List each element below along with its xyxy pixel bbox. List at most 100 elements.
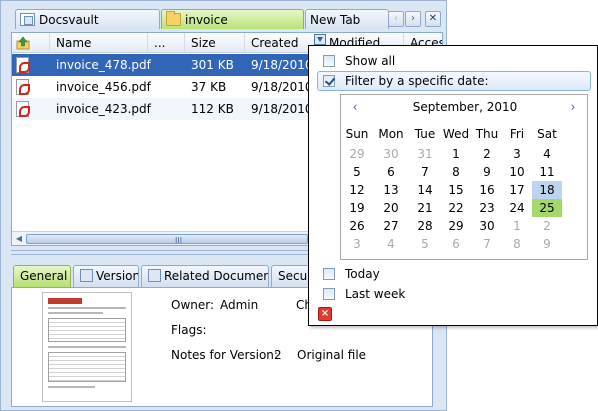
cell-name: invoice_456.pdf <box>56 80 151 94</box>
next-month-button[interactable]: › <box>567 100 579 114</box>
calendar-day-other-month[interactable]: 8 <box>502 235 532 253</box>
weekday-label: Wed <box>442 127 470 141</box>
calendar-day[interactable]: 2 <box>472 145 502 163</box>
cell-name: invoice_423.pdf <box>56 102 151 116</box>
close-filter-icon[interactable]: × <box>318 307 332 321</box>
show-all-checkbox[interactable] <box>323 55 335 67</box>
option-label: Filter by a specific date: <box>345 74 489 88</box>
tab-label: invoice <box>185 12 228 27</box>
calendar-day[interactable]: 19 <box>342 199 372 217</box>
tab-docsvault[interactable]: Docsvault <box>15 9 160 29</box>
tab-scroll-left-button[interactable]: ‹ <box>388 11 404 27</box>
calendar-day[interactable]: 8 <box>441 163 471 181</box>
calendar-day[interactable]: 6 <box>376 163 406 181</box>
filter-by-date-checkbox[interactable] <box>323 75 335 87</box>
calendar-day[interactable]: 11 <box>532 163 562 181</box>
calendar-day[interactable]: 24 <box>502 199 532 217</box>
tab-label: Docsvault <box>39 12 99 27</box>
calendar-day-other-month[interactable]: 7 <box>472 235 502 253</box>
show-all-option[interactable]: Show all <box>323 53 395 69</box>
thumbnail-block <box>48 318 126 342</box>
notes-value: Original file <box>297 348 367 362</box>
pdf-file-icon <box>16 101 30 117</box>
scrollbar-thumb[interactable]: III <box>26 234 308 245</box>
tab-related-documents[interactable]: Related Documents <box>141 265 269 287</box>
scroll-left-icon[interactable]: ◀ <box>13 233 25 245</box>
tab-scroll-right-button[interactable]: › <box>405 11 421 27</box>
calendar-day-other-month[interactable]: 29 <box>342 145 372 163</box>
weekday-label: Fri <box>509 127 525 141</box>
flags-label: Flags: <box>171 323 207 337</box>
last-week-option[interactable]: Last week <box>323 286 405 302</box>
calendar-day[interactable]: 18 <box>532 181 562 199</box>
calendar-day[interactable]: 30 <box>472 217 502 235</box>
cell-size: 301 KB <box>191 58 234 72</box>
calendar-day[interactable]: 7 <box>410 163 440 181</box>
calendar-day-other-month[interactable]: 3 <box>342 235 372 253</box>
calendar-day-other-month[interactable]: 9 <box>532 235 562 253</box>
vault-icon <box>20 13 35 26</box>
calendar-day[interactable]: 21 <box>410 199 440 217</box>
tab-new[interactable]: New Tab <box>305 9 389 29</box>
thumbnail-line <box>48 346 126 348</box>
calendar-day-other-month[interactable]: 1 <box>502 217 532 235</box>
column-header-more[interactable]: ... <box>148 33 185 53</box>
calendar-day[interactable]: 25 <box>532 199 562 217</box>
column-header-name[interactable]: Name <box>50 33 148 53</box>
weekday-label: Thu <box>475 127 499 141</box>
tab-label: General <box>20 269 68 283</box>
thumbnail-logo <box>48 298 82 304</box>
calendar-day-other-month[interactable]: 4 <box>376 235 406 253</box>
document-thumbnail[interactable] <box>42 292 132 402</box>
calendar-day[interactable]: 1 <box>441 145 471 163</box>
column-header-size[interactable]: Size <box>185 33 245 53</box>
calendar-day[interactable]: 17 <box>502 181 532 199</box>
calendar-day[interactable]: 26 <box>342 217 372 235</box>
tab-version[interactable]: Version <box>73 265 139 287</box>
calendar-day[interactable]: 27 <box>376 217 406 235</box>
close-tab-button[interactable]: ✕ <box>425 11 441 27</box>
calendar-day-other-month[interactable]: 31 <box>410 145 440 163</box>
option-label: Today <box>345 267 380 281</box>
today-option[interactable]: Today <box>323 266 380 282</box>
calendar-day-other-month[interactable]: 30 <box>376 145 406 163</box>
weekday-label: Tue <box>414 127 436 141</box>
tab-general[interactable]: General <box>13 265 71 287</box>
tab-label: New Tab <box>310 12 361 27</box>
tab-label: Related Documents <box>164 269 268 283</box>
calendar-day[interactable]: 14 <box>410 181 440 199</box>
calendar-day[interactable]: 3 <box>502 145 532 163</box>
weekday-label: Sat <box>537 127 557 141</box>
calendar-day[interactable]: 28 <box>410 217 440 235</box>
calendar-day[interactable]: 29 <box>441 217 471 235</box>
tab-bar: Docsvault invoice New Tab ‹ › ✕ <box>7 7 443 29</box>
calendar-day-other-month[interactable]: 5 <box>410 235 440 253</box>
filter-by-date-option[interactable]: Filter by a specific date: <box>317 71 591 91</box>
thumbnail-block <box>48 352 126 382</box>
last-week-checkbox[interactable] <box>323 288 335 300</box>
calendar-day[interactable]: 12 <box>342 181 372 199</box>
scrollbar-grip: III <box>175 236 183 245</box>
header-icon-column[interactable] <box>12 33 50 53</box>
folder-icon <box>166 11 181 26</box>
calendar-day[interactable]: 5 <box>342 163 372 181</box>
tab-invoice[interactable]: invoice <box>161 9 304 29</box>
calendar-day[interactable]: 16 <box>472 181 502 199</box>
calendar-month-label: September, 2010 <box>412 100 518 114</box>
cell-size: 112 KB <box>191 102 234 116</box>
calendar-day-other-month[interactable]: 6 <box>441 235 471 253</box>
calendar-day[interactable]: 23 <box>472 199 502 217</box>
calendar-day[interactable]: 22 <box>441 199 471 217</box>
today-checkbox[interactable] <box>323 268 335 280</box>
calendar-day[interactable]: 13 <box>376 181 406 199</box>
option-label: Last week <box>345 287 406 301</box>
calendar-day[interactable]: 9 <box>472 163 502 181</box>
calendar-day[interactable]: 4 <box>532 145 562 163</box>
up-folder-icon[interactable] <box>16 36 30 50</box>
calendar-day[interactable]: 20 <box>376 199 406 217</box>
cell-name: invoice_478.pdf <box>56 58 151 72</box>
weekday-label: Sun <box>345 127 369 141</box>
calendar-day-other-month[interactable]: 2 <box>532 217 562 235</box>
calendar-day[interactable]: 15 <box>441 181 471 199</box>
calendar-day[interactable]: 10 <box>502 163 532 181</box>
